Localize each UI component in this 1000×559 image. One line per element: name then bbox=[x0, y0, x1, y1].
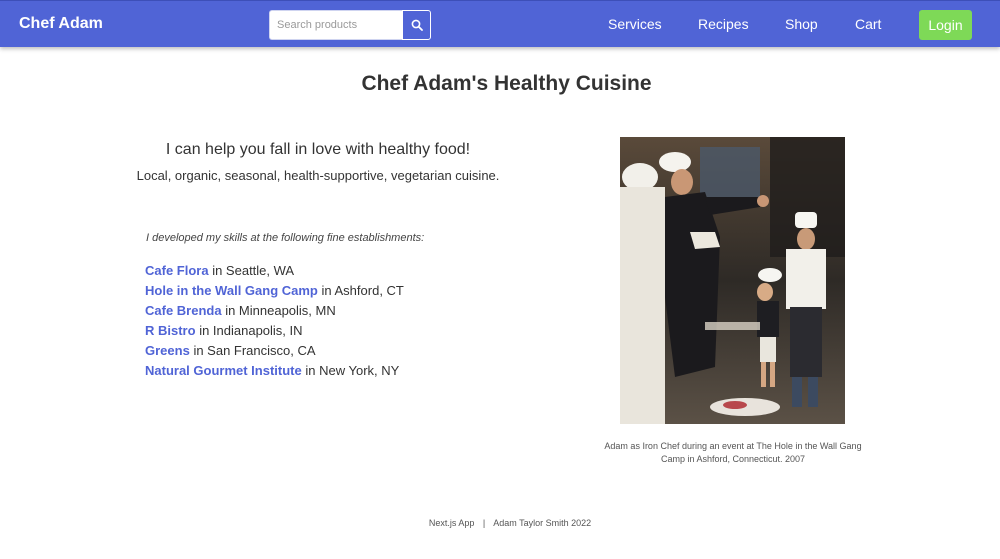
nav-link-services[interactable]: Services bbox=[608, 16, 662, 32]
photo-caption: Adam as Iron Chef during an event at The… bbox=[604, 441, 862, 464]
list-item: Cafe Brenda in Minneapolis, MN bbox=[145, 301, 404, 321]
navbar: Chef Adam Services Recipes Shop Cart Log… bbox=[0, 0, 1000, 47]
footer: Next.js App | Adam Taylor Smith 2022 bbox=[0, 518, 1000, 528]
establishment-list: Cafe Flora in Seattle, WA Hole in the Wa… bbox=[145, 261, 404, 381]
tagline: I can help you fall in love with healthy… bbox=[165, 141, 471, 158]
search-button[interactable] bbox=[402, 10, 431, 40]
establishment-location: in New York, NY bbox=[305, 363, 400, 378]
search-input[interactable] bbox=[269, 10, 403, 40]
nav-link-cart[interactable]: Cart bbox=[855, 16, 881, 32]
establishment-location: in Seattle, WA bbox=[212, 263, 295, 278]
establishment-link-greens[interactable]: Greens bbox=[145, 343, 190, 358]
list-item: Natural Gourmet Institute in New York, N… bbox=[145, 361, 404, 381]
establishment-location: in Indianapolis, IN bbox=[199, 323, 303, 338]
nav-link-recipes[interactable]: Recipes bbox=[698, 16, 749, 32]
establishment-link-natural-gourmet[interactable]: Natural Gourmet Institute bbox=[145, 363, 302, 378]
skills-intro: I developed my skills at the following f… bbox=[146, 232, 425, 244]
login-button[interactable]: Login bbox=[919, 10, 972, 40]
establishment-link-cafe-flora[interactable]: Cafe Flora bbox=[145, 263, 209, 278]
chef-photo bbox=[620, 137, 845, 424]
list-item: Greens in San Francisco, CA bbox=[145, 341, 404, 361]
list-item: R Bistro in Indianapolis, IN bbox=[145, 321, 404, 341]
nav-link-shop[interactable]: Shop bbox=[785, 16, 818, 32]
establishment-link-cafe-brenda[interactable]: Cafe Brenda bbox=[145, 303, 222, 318]
search-form bbox=[269, 10, 431, 40]
list-item: Hole in the Wall Gang Camp in Ashford, C… bbox=[145, 281, 404, 301]
establishment-link-hole-in-the-wall[interactable]: Hole in the Wall Gang Camp bbox=[145, 283, 318, 298]
footer-separator: | bbox=[482, 518, 486, 528]
brand-logo-link[interactable]: Chef Adam bbox=[19, 15, 103, 33]
search-icon bbox=[411, 19, 423, 31]
subtagline: Local, organic, seasonal, health-support… bbox=[136, 168, 500, 183]
chef-photo-illustration bbox=[620, 137, 845, 424]
establishment-location: in Minneapolis, MN bbox=[225, 303, 336, 318]
footer-app-name: Next.js App bbox=[428, 518, 475, 528]
list-item: Cafe Flora in Seattle, WA bbox=[145, 261, 404, 281]
establishment-location: in Ashford, CT bbox=[321, 283, 404, 298]
establishment-link-r-bistro[interactable]: R Bistro bbox=[145, 323, 196, 338]
footer-copyright: Adam Taylor Smith 2022 bbox=[493, 518, 592, 528]
page-title: Chef Adam's Healthy Cuisine bbox=[361, 72, 652, 95]
establishment-location: in San Francisco, CA bbox=[193, 343, 316, 358]
